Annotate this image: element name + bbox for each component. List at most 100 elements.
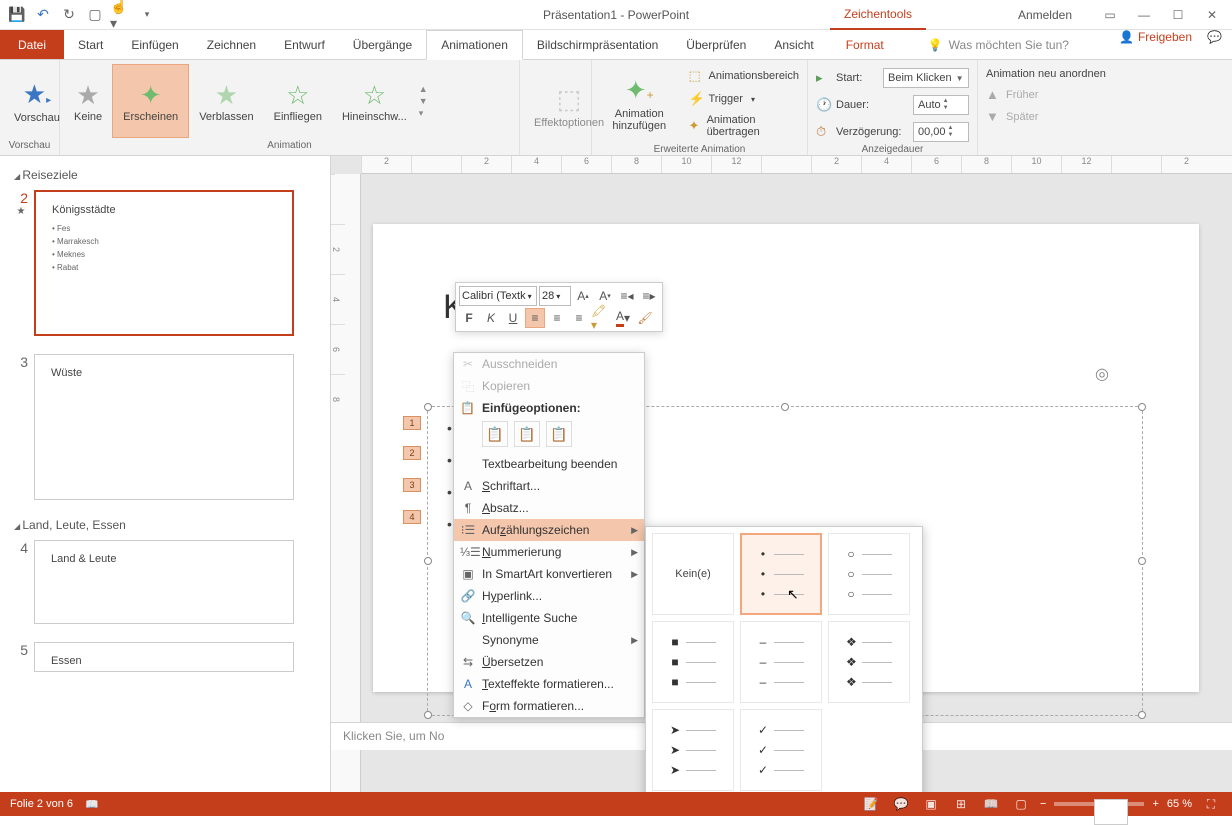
- ctx-cut[interactable]: ✂Ausschneiden: [454, 353, 644, 375]
- animation-none[interactable]: ★Keine: [64, 64, 112, 138]
- tab-insert[interactable]: Einfügen: [117, 30, 192, 59]
- paste-keep-source[interactable]: 📋: [514, 421, 540, 447]
- qat-from-start[interactable]: ▢: [84, 4, 106, 26]
- tab-slideshow[interactable]: Bildschirmpräsentation: [523, 30, 672, 59]
- slide-5-thumbnail[interactable]: Essen: [34, 642, 294, 672]
- ctx-bullets[interactable]: ⁝☰Aufzählungszeichen▶: [454, 519, 644, 541]
- zoom-slider[interactable]: [1054, 802, 1144, 806]
- ctx-exit-text-edit[interactable]: Textbearbeitung beenden: [454, 453, 644, 475]
- tab-format[interactable]: Format: [832, 30, 898, 59]
- slide-3-thumbnail[interactable]: Wüste: [34, 354, 294, 500]
- bullet-diamond[interactable]: ❖❖❖: [828, 621, 910, 703]
- section-land-leute-essen[interactable]: Land, Leute, Essen: [4, 514, 330, 536]
- move-later-button[interactable]: ▼Später: [982, 107, 1120, 126]
- normal-view[interactable]: ▣: [920, 795, 942, 813]
- ctx-font[interactable]: ASchriftart...: [454, 475, 644, 497]
- bullet-none[interactable]: Kein(e): [652, 533, 734, 615]
- slide-counter[interactable]: Folie 2 von 6: [10, 798, 73, 810]
- slide-2-thumbnail[interactable]: Königsstädte • Fes • Marrakesch • Meknes…: [34, 190, 294, 336]
- ctx-smart-lookup[interactable]: 🔍Intelligente Suche: [454, 607, 644, 629]
- gallery-more[interactable]: ▾: [419, 108, 428, 119]
- animation-flyin[interactable]: ☆Einfliegen: [264, 64, 332, 138]
- qat-undo[interactable]: ↶: [32, 4, 54, 26]
- animation-tag-2[interactable]: 2: [403, 446, 421, 460]
- tab-view[interactable]: Ansicht: [760, 30, 827, 59]
- paste-dest-theme[interactable]: 📋: [482, 421, 508, 447]
- animation-pane-button[interactable]: ⬚Animationsbereich: [685, 66, 804, 86]
- move-earlier-button[interactable]: ▲Früher: [982, 85, 1120, 104]
- mini-size-combo[interactable]: 28▾: [539, 286, 571, 306]
- ctx-synonyms[interactable]: Synonyme▶: [454, 629, 644, 651]
- mini-align-right[interactable]: ≡: [569, 308, 589, 328]
- ctx-text-effects[interactable]: ATexteffekte formatieren...: [454, 673, 644, 695]
- bullet-square[interactable]: ■■■: [652, 621, 734, 703]
- tell-me[interactable]: 💡Was möchten Sie tun?: [918, 30, 1079, 59]
- ctx-format-shape[interactable]: ◇Form formatieren...: [454, 695, 644, 717]
- mini-increase-indent[interactable]: ≡▸: [639, 286, 659, 306]
- tab-design[interactable]: Entwurf: [270, 30, 339, 59]
- bullet-arrow[interactable]: ➤➤➤: [652, 709, 734, 791]
- mini-italic[interactable]: K: [481, 308, 501, 328]
- login-button[interactable]: Anmelden: [1018, 8, 1072, 22]
- mini-align-center[interactable]: ≡: [547, 308, 567, 328]
- mini-align-left[interactable]: ≡: [525, 308, 545, 328]
- bullet-disc[interactable]: •••: [740, 533, 822, 615]
- gallery-up[interactable]: ▲: [419, 84, 428, 94]
- duration-spinner[interactable]: Auto▲▼: [913, 95, 969, 115]
- paste-text-only[interactable]: 📋: [546, 421, 572, 447]
- tab-review[interactable]: Überprüfen: [672, 30, 760, 59]
- mini-highlight[interactable]: 🖍▾: [591, 308, 611, 328]
- close-button[interactable]: ✕: [1198, 4, 1226, 26]
- contextual-tab-zeichentools[interactable]: Zeichentools: [830, 0, 926, 30]
- mini-underline[interactable]: U: [503, 308, 523, 328]
- animation-painter-button[interactable]: ✦Animation übertragen: [685, 112, 804, 140]
- slideshow-view[interactable]: ▢: [1010, 795, 1032, 813]
- effect-options-button[interactable]: ⬚ Effektoptionen: [524, 70, 614, 144]
- mini-font-color[interactable]: A▾: [613, 308, 633, 328]
- tab-transitions[interactable]: Übergänge: [339, 30, 426, 59]
- delay-spinner[interactable]: 00,00▲▼: [913, 122, 969, 142]
- ctx-copy[interactable]: ⿻Kopieren: [454, 375, 644, 397]
- maximize-button[interactable]: ☐: [1164, 4, 1192, 26]
- zoom-out[interactable]: −: [1040, 798, 1046, 810]
- tab-draw[interactable]: Zeichnen: [193, 30, 270, 59]
- share-button[interactable]: 👤Freigeben: [1119, 30, 1192, 44]
- gallery-down[interactable]: ▼: [419, 96, 428, 106]
- notes-toggle[interactable]: 📝: [860, 795, 882, 813]
- slide-outline-pane[interactable]: Reiseziele 2 ★ Königsstädte • Fes • Marr…: [0, 156, 331, 792]
- mini-font-combo[interactable]: Calibri (Textk▾: [459, 286, 537, 306]
- animation-tag-3[interactable]: 3: [403, 478, 421, 492]
- slide-editor[interactable]: 224681012246810122 2468 Königss ◎ 1 2 3 …: [331, 156, 1232, 792]
- ctx-hyperlink[interactable]: 🔗Hyperlink...: [454, 585, 644, 607]
- animation-appear[interactable]: ✦Erscheinen: [112, 64, 189, 138]
- animation-tag-1[interactable]: 1: [403, 416, 421, 430]
- mini-shrink-font[interactable]: A▾: [595, 286, 615, 306]
- ctx-smartart[interactable]: ▣In SmartArt konvertieren▶: [454, 563, 644, 585]
- mini-format-painter[interactable]: 🖌: [635, 308, 655, 328]
- slide-4-thumbnail[interactable]: Land & Leute: [34, 540, 294, 624]
- comments-toggle[interactable]: 💬: [890, 795, 912, 813]
- bullet-circle[interactable]: ○○○: [828, 533, 910, 615]
- qat-touch[interactable]: ☝▾: [110, 4, 132, 26]
- tab-file[interactable]: Datei: [0, 30, 64, 59]
- start-dropdown[interactable]: Beim Klicken▼: [883, 68, 969, 88]
- ctx-numbering[interactable]: ⅓☰Nummerierung▶: [454, 541, 644, 563]
- mini-grow-font[interactable]: A▴: [573, 286, 593, 306]
- animation-tag-4[interactable]: 4: [403, 510, 421, 524]
- ctx-paragraph[interactable]: ¶Absatz...: [454, 497, 644, 519]
- animation-floatin[interactable]: ☆Hineinschw...: [332, 64, 417, 138]
- comments-button[interactable]: 💬: [1207, 30, 1222, 44]
- zoom-value[interactable]: 65 %: [1167, 798, 1192, 810]
- tab-animations[interactable]: Animationen: [426, 30, 523, 60]
- fit-to-window[interactable]: ⛶: [1200, 795, 1222, 813]
- mini-bold[interactable]: F: [459, 308, 479, 328]
- section-reiseziele[interactable]: Reiseziele: [4, 164, 330, 186]
- mini-decrease-indent[interactable]: ≡◂: [617, 286, 637, 306]
- bullet-check[interactable]: ✓✓✓: [740, 709, 822, 791]
- minimize-button[interactable]: —: [1130, 4, 1158, 26]
- qat-save[interactable]: 💾: [6, 4, 28, 26]
- spellcheck-icon[interactable]: 📖: [85, 798, 99, 811]
- tab-start[interactable]: Start: [64, 30, 117, 59]
- qat-customize[interactable]: ▾: [136, 4, 158, 26]
- bullet-dash[interactable]: –––: [740, 621, 822, 703]
